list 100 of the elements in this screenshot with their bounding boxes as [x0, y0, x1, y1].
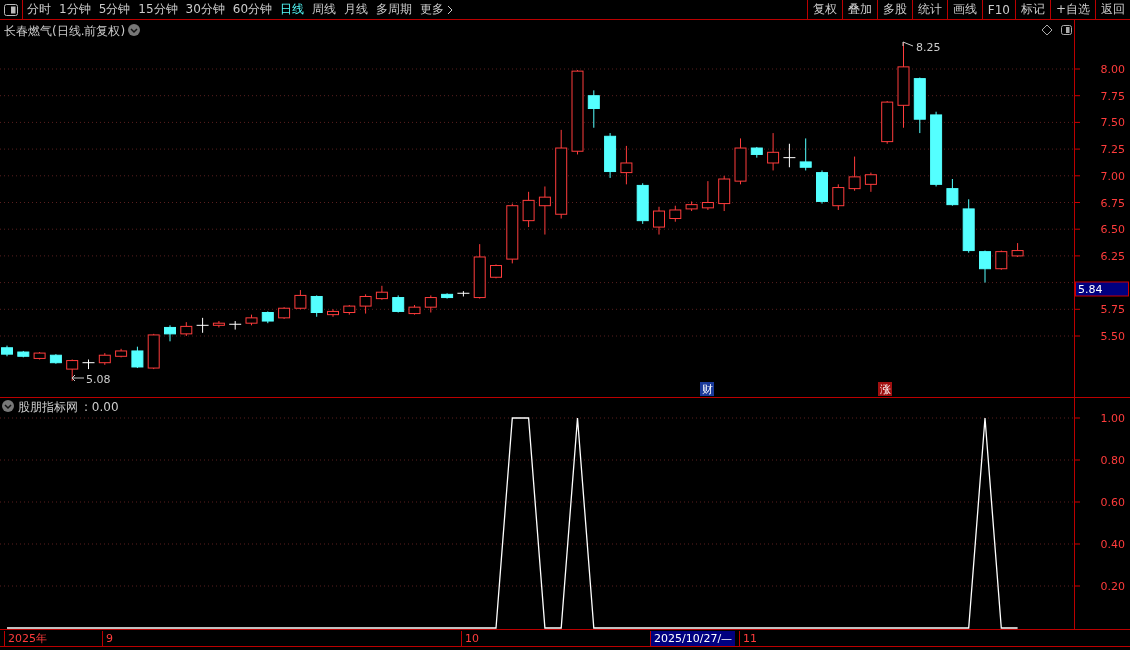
- axis-label: 5.75: [1100, 303, 1125, 317]
- candlestick: [848, 156, 861, 192]
- candlestick: [913, 77, 926, 134]
- candlestick: [669, 205, 682, 223]
- axis-label: 6.50: [1100, 223, 1125, 237]
- toolbar-button[interactable]: 画线: [946, 0, 982, 19]
- period-tab[interactable]: 30分钟: [181, 0, 229, 19]
- date-label: 10: [461, 631, 482, 646]
- candlestick: [767, 132, 780, 171]
- candlestick: [506, 203, 519, 264]
- event-marker[interactable]: 涨: [878, 382, 892, 396]
- period-tab[interactable]: 日线: [276, 0, 309, 19]
- candlestick: [147, 333, 160, 370]
- panel-toggle-icon[interactable]: [1061, 25, 1072, 35]
- period-tab[interactable]: 1分钟: [55, 0, 95, 19]
- candlestick: [359, 293, 372, 315]
- period-tab[interactable]: 多周期: [372, 0, 417, 19]
- candlestick: [962, 198, 975, 254]
- date-label: 2025/10/27/—: [650, 631, 736, 646]
- candlestick: [620, 145, 633, 185]
- candlestick: [1011, 242, 1024, 258]
- candlestick: [164, 324, 176, 342]
- toolbar-button[interactable]: 标记: [1014, 0, 1050, 19]
- low-price-label: 5.08: [86, 373, 111, 386]
- axis-label: 8.00: [1100, 63, 1125, 76]
- candlestick: [33, 351, 46, 360]
- candlestick: [131, 346, 144, 369]
- period-tab[interactable]: 周线: [308, 0, 341, 19]
- candlestick: [734, 137, 747, 185]
- candlestick: [196, 317, 210, 334]
- candlestick: [832, 183, 845, 211]
- indicator-name: 股朋指标网: [18, 400, 78, 414]
- candlestick: [750, 146, 763, 159]
- toolbar-button[interactable]: 多股: [876, 0, 912, 19]
- axis-label: 5.50: [1100, 330, 1125, 343]
- period-tab[interactable]: 分时: [23, 0, 55, 19]
- toolbar-button[interactable]: 统计: [911, 0, 947, 19]
- date-label: 2025年: [4, 631, 50, 646]
- candlestick: [456, 290, 470, 297]
- candlestick: [538, 186, 551, 236]
- candlestick: [327, 308, 339, 318]
- candlestick: [604, 132, 617, 179]
- candlestick: [1, 345, 13, 357]
- candlestick: [490, 263, 502, 279]
- low-arrow-icon: [71, 374, 85, 382]
- period-tab[interactable]: 5分钟: [94, 0, 135, 19]
- candlestick: [441, 292, 454, 300]
- candlestick: [17, 350, 30, 358]
- axis-label: 7.00: [1100, 169, 1125, 183]
- axis-label: 1.00: [1100, 412, 1125, 425]
- high-price-label: 8.25: [916, 41, 941, 54]
- candlestick: [392, 294, 405, 313]
- toolbar-button[interactable]: 返回: [1095, 0, 1130, 19]
- candlestick: [310, 294, 323, 318]
- candlestick: [212, 320, 225, 328]
- candlestick: [718, 175, 731, 212]
- candlestick: [816, 169, 828, 205]
- candlestick: [180, 321, 193, 337]
- axis-label: 6.75: [1100, 196, 1125, 210]
- candlestick: [408, 304, 421, 316]
- toolbar-button[interactable]: F10: [981, 0, 1015, 19]
- candlestick: [424, 294, 437, 313]
- axis-label: 0.80: [1100, 454, 1125, 467]
- candlestick: [522, 191, 535, 228]
- candlestick: [66, 359, 79, 382]
- candlestick: [881, 100, 894, 145]
- period-tab[interactable]: 更多: [416, 0, 458, 19]
- candlestick: [587, 89, 600, 129]
- candlestick: [261, 310, 274, 324]
- candlestick: [343, 304, 356, 316]
- candlestick: [115, 348, 128, 358]
- candlestick: [979, 250, 991, 284]
- candlestick: [98, 352, 111, 366]
- axis-label: 0.40: [1100, 538, 1125, 551]
- axis-label: 0.60: [1100, 496, 1125, 509]
- dropdown-icon[interactable]: [128, 24, 140, 36]
- chart-title: 长春燃气(日线.前复权): [4, 24, 126, 38]
- indicator-reading: : 0.00: [84, 400, 119, 414]
- candlestick: [685, 200, 698, 212]
- event-marker[interactable]: 财: [700, 382, 714, 396]
- period-tab[interactable]: 60分钟: [228, 0, 277, 19]
- candlestick: [864, 172, 877, 193]
- period-tab[interactable]: 15分钟: [134, 0, 182, 19]
- toolbar-button[interactable]: +自选: [1049, 0, 1095, 19]
- date-label: 9: [102, 631, 116, 646]
- axis-label: 7.25: [1100, 143, 1125, 157]
- candlestick: [946, 178, 959, 207]
- axis-label: 6.25: [1100, 249, 1125, 263]
- candlestick: [49, 353, 62, 365]
- candlestick: [995, 250, 1008, 271]
- diamond-icon[interactable]: [1041, 24, 1053, 36]
- candlestick: [375, 285, 388, 301]
- candlestick: [228, 320, 242, 331]
- dropdown-icon[interactable]: [2, 400, 14, 412]
- axis-label: 0.20: [1100, 580, 1125, 593]
- toolbar-button[interactable]: 叠加: [841, 0, 877, 19]
- chevron-right-icon: [447, 4, 454, 15]
- period-tab[interactable]: 月线: [340, 0, 373, 19]
- toolbar-button[interactable]: 复权: [806, 0, 842, 19]
- candlestick: [799, 137, 812, 171]
